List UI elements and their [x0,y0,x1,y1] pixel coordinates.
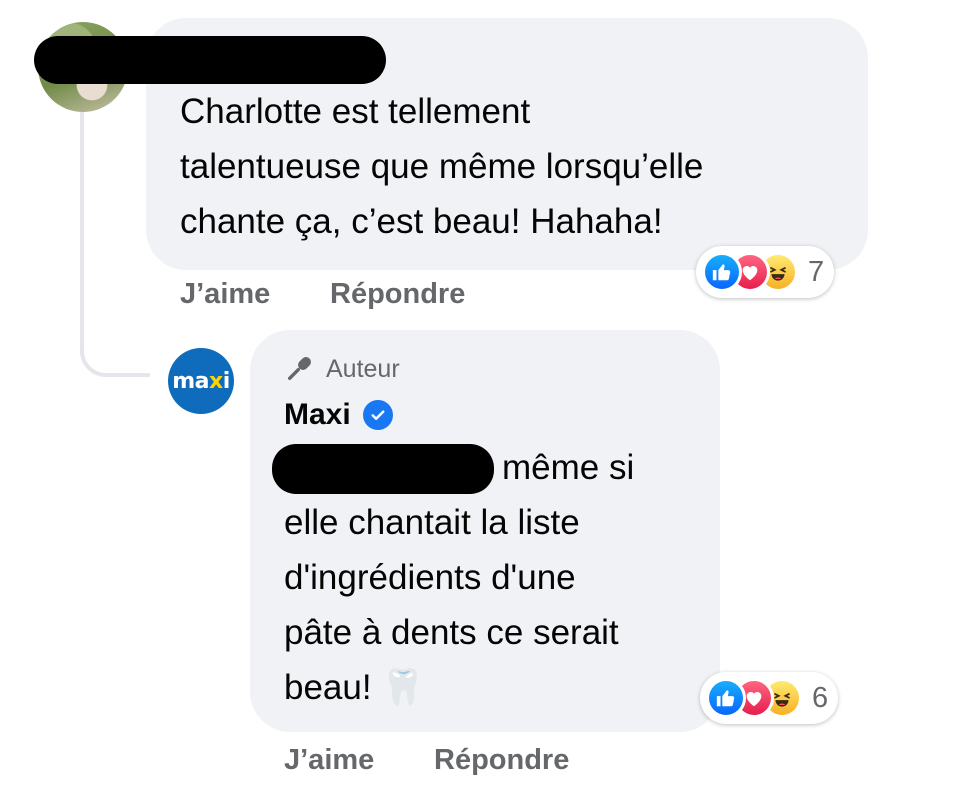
reply-line: pâte à dents ce serait [284,613,619,652]
comment-text: Charlotte est tellement talentueuse que … [180,84,703,249]
maxi-logo-text: maxi [172,368,230,394]
reply-line: d'ingrédients d'une [284,558,576,597]
author-badge-label: Auteur [326,354,400,383]
reply-reactions[interactable]: 6 [700,672,839,724]
thread-connector-line [80,112,150,377]
reply-text: elle chantait la liste d'ingrédients d'u… [284,495,619,715]
like-icon [706,678,746,718]
comment-line: Charlotte est tellement [180,92,531,131]
like-button[interactable]: J’aime [180,278,270,311]
reply-button[interactable]: Répondre [330,278,465,311]
redacted-commenter-name [34,36,386,84]
reply-line: elle chantait la liste [284,503,580,542]
reply-line-tail: même si [502,448,635,487]
author-badge: Auteur [282,352,400,386]
reply-button[interactable]: Répondre [434,744,569,777]
comment-line: talentueuse que même lorsqu’elle [180,147,704,186]
reaction-count: 6 [812,681,829,714]
reply-line: beau! 🦷 [284,668,425,707]
redacted-mention [272,444,494,494]
like-button[interactable]: J’aime [284,744,374,777]
comment-reactions[interactable]: 7 [696,246,835,298]
reply-author-name[interactable]: Maxi [284,398,393,432]
microphone-icon [287,357,311,381]
comment-line: chante ça, c’est beau! Hahaha! [180,202,663,241]
like-icon [702,252,742,292]
tooth-emoji: 🦷 [381,668,425,707]
verified-badge-icon [362,400,393,430]
reaction-count: 7 [808,255,825,288]
maxi-avatar[interactable]: maxi [168,348,234,414]
